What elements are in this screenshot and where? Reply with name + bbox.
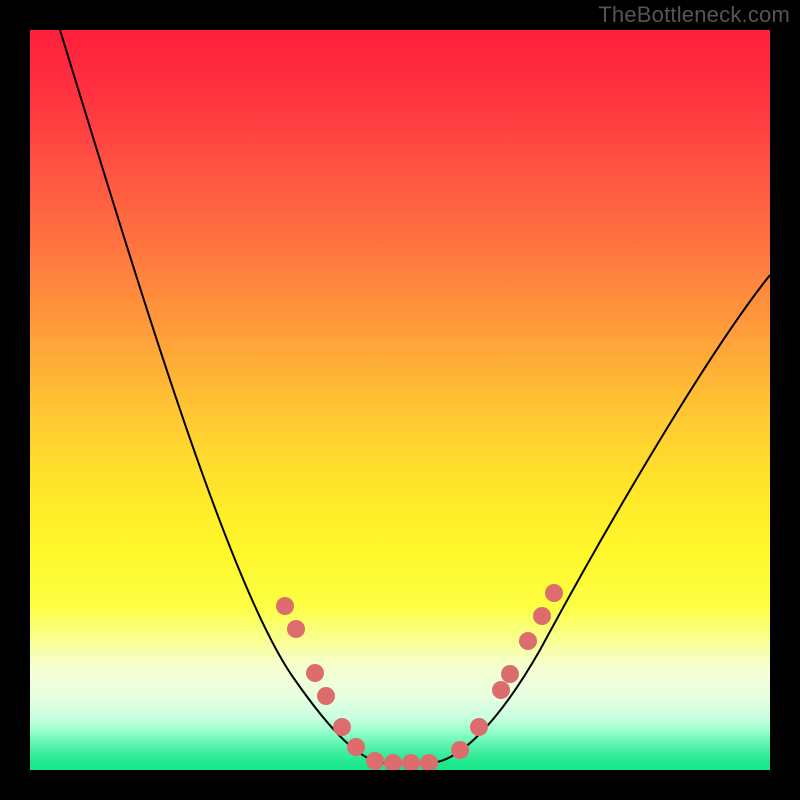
data-marker (492, 681, 510, 699)
data-marker (384, 754, 402, 770)
data-marker (366, 752, 384, 770)
data-marker (287, 620, 305, 638)
data-marker (333, 718, 351, 736)
chart-frame: TheBottleneck.com (0, 0, 800, 800)
data-marker (317, 687, 335, 705)
data-marker (545, 584, 563, 602)
data-marker (347, 738, 365, 756)
data-marker (402, 754, 420, 770)
curve-layer (30, 30, 770, 770)
watermark-label: TheBottleneck.com (598, 2, 790, 28)
bottleneck-curve (60, 30, 770, 763)
data-marker (501, 665, 519, 683)
data-marker (306, 664, 324, 682)
data-marker (451, 741, 469, 759)
data-marker (470, 718, 488, 736)
data-marker (519, 632, 537, 650)
data-marker (420, 754, 438, 770)
marker-group (276, 584, 563, 770)
data-marker (276, 597, 294, 615)
plot-area (30, 30, 770, 770)
data-marker (533, 607, 551, 625)
